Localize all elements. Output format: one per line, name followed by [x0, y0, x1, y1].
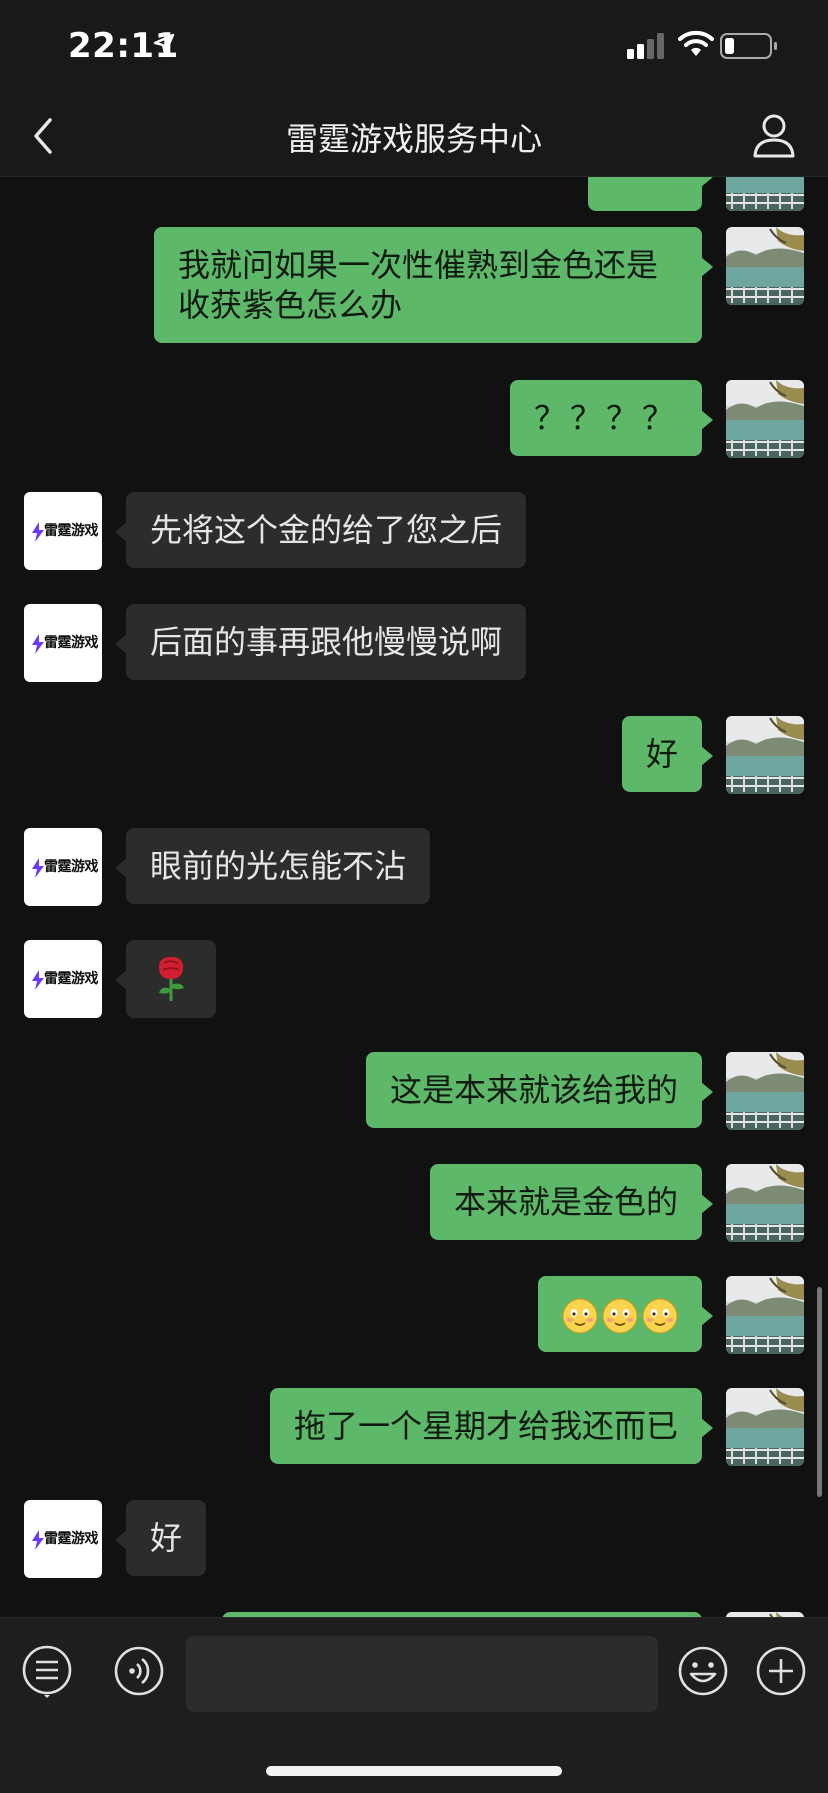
blush-emoji-icon [562, 1298, 598, 1334]
logo-text: 雷霆游戏 [44, 971, 99, 987]
logo-text: 雷霆游戏 [44, 635, 99, 651]
scenery-avatar-image [726, 227, 804, 305]
logo-text: 雷霆游戏 [44, 1531, 99, 1547]
message-bubble[interactable]: ？？？？ [509, 380, 714, 456]
voice-icon[interactable] [112, 1644, 166, 1698]
scenery-avatar-image [726, 1276, 804, 1354]
my-avatar[interactable] [726, 380, 804, 458]
blush-emoji-icon [642, 1298, 678, 1334]
message-bubble[interactable]: 好 [621, 716, 714, 792]
my-avatar[interactable] [726, 1052, 804, 1130]
service-avatar[interactable]: 雷霆游戏 [24, 604, 102, 682]
my-avatar[interactable] [726, 1388, 804, 1466]
rose-icon: 🌹 [159, 957, 184, 1001]
my-avatar[interactable] [726, 716, 804, 794]
scenery-avatar-image [726, 1164, 804, 1242]
message-bubble[interactable]: 本来就是金色的 [429, 1164, 714, 1240]
location-arrow-icon [153, 33, 175, 55]
logo-text: 雷霆游戏 [44, 859, 99, 875]
chat-title: 雷霆游戏服务中心 [285, 120, 542, 158]
service-avatar[interactable]: 雷霆游戏 [24, 940, 102, 1018]
smiley-icon[interactable] [676, 1644, 730, 1698]
message-bubble[interactable]: 眼前的光怎能不沾 [114, 828, 431, 904]
service-avatar[interactable]: 雷霆游戏 [24, 1500, 102, 1578]
plus-icon[interactable] [754, 1644, 808, 1698]
message-bubble[interactable]: 这是本来就该给我的 [365, 1052, 714, 1128]
message-bubble[interactable]: 后面的事再跟他慢慢说啊 [114, 604, 527, 680]
person-icon[interactable] [752, 112, 796, 158]
service-avatar[interactable]: 雷霆游戏 [24, 828, 102, 906]
home-indicator[interactable] [266, 1766, 562, 1776]
message-bubble[interactable]: 拖了一个星期才给我还而已 [269, 1388, 714, 1464]
my-avatar[interactable] [726, 1276, 804, 1354]
my-avatar[interactable] [726, 177, 804, 211]
my-avatar[interactable] [726, 227, 804, 305]
nav-bar: 雷霆游戏服务中心 [0, 96, 828, 177]
scenery-avatar-image [726, 177, 804, 211]
message-input[interactable] [186, 1636, 658, 1712]
blush-emoji-icon [602, 1298, 638, 1334]
message-bubble[interactable]: 🌹 [115, 940, 216, 1018]
cellular-signal-icon [627, 33, 664, 59]
message-bubble[interactable] [538, 1276, 713, 1352]
scenery-avatar-image [726, 1388, 804, 1466]
message-bubble[interactable]: 先将这个金的给了您之后 [114, 492, 527, 568]
message-bubble[interactable]: 我就问如果一次性催熟到金色还是收获紫色怎么办 [154, 227, 713, 343]
message-bubble[interactable] [588, 177, 713, 211]
status-bar: 22:11 [0, 0, 828, 96]
list-icon[interactable] [20, 1644, 74, 1698]
service-avatar[interactable]: 雷霆游戏 [24, 492, 102, 570]
message-bubble[interactable]: 好 [114, 1500, 207, 1576]
wifi-icon [678, 30, 714, 56]
scenery-avatar-image [726, 380, 804, 458]
my-avatar[interactable] [726, 1164, 804, 1242]
battery-icon [720, 33, 777, 59]
scrollbar[interactable] [817, 1287, 822, 1497]
logo-text: 雷霆游戏 [44, 523, 99, 539]
scenery-avatar-image [726, 716, 804, 794]
scenery-avatar-image [726, 1052, 804, 1130]
chat-message-list[interactable]: 我就问如果一次性催熟到金色还是收获紫色怎么办 ？？？？ 雷霆游戏 先将这个金的给… [0, 177, 828, 1617]
